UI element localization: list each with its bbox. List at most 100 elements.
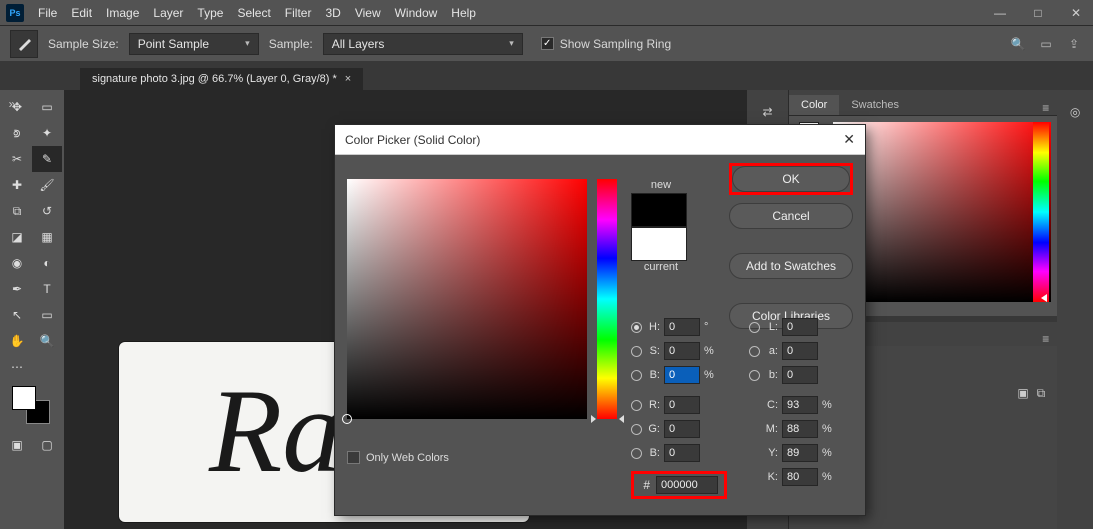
g-input[interactable] [664,420,700,438]
menu-3d[interactable]: 3D [325,6,340,20]
color-panel-tabs: Color Swatches ≡ [789,90,1057,116]
menu-layer[interactable]: Layer [153,6,183,20]
menu-select[interactable]: Select [237,6,270,20]
hex-row-highlight: # [631,471,727,499]
workspace-icon[interactable]: ▭ [1037,36,1055,52]
show-sampling-ring-checkbox[interactable]: ✓ [541,37,554,50]
close-window-button[interactable]: ✕ [1065,5,1087,21]
gradient-tool[interactable]: ▦ [32,224,62,250]
close-tab-icon[interactable]: × [345,73,351,85]
h-radio[interactable] [631,322,642,333]
sample-size-dropdown[interactable]: Point Sample ▾ [129,33,259,55]
stamp-tool[interactable]: ⧉ [2,198,32,224]
type-tool[interactable]: T [32,276,62,302]
hue-slider-thumb-right [619,415,624,423]
share-icon[interactable]: ⇪ [1065,36,1083,52]
menu-view[interactable]: View [355,6,381,20]
b-radio[interactable] [631,370,642,381]
r-input[interactable] [664,396,700,414]
g-radio[interactable] [631,424,642,435]
eyedropper-tool[interactable]: ✎ [32,146,62,172]
maximize-button[interactable]: □ [1027,5,1049,21]
blur-tool[interactable]: ◉ [2,250,32,276]
only-web-colors-row: Only Web Colors [347,451,449,464]
document-tab-title: signature photo 3.jpg @ 66.7% (Layer 0, … [92,73,337,85]
marquee-tool[interactable]: ▭ [32,94,62,120]
pen-tool[interactable]: ✒ [2,276,32,302]
zoom-tool[interactable]: 🔍 [32,328,62,354]
b-input[interactable] [664,366,700,384]
a-input[interactable] [782,342,818,360]
link-icon[interactable]: ⧉ [1037,386,1046,401]
menu-filter[interactable]: Filter [285,6,312,20]
new-label: new [631,179,691,191]
percent-unit: % [822,399,836,411]
menu-type[interactable]: Type [197,6,223,20]
h-input[interactable] [664,318,700,336]
more-tools[interactable]: ⋯ [2,354,32,380]
search-icon[interactable]: 🔍 [1009,36,1027,52]
cc-libraries-icon[interactable]: ◎ [1061,98,1089,126]
quick-select-tool[interactable]: ✦ [32,120,62,146]
screen-mode-toggle[interactable]: ▢ [32,432,62,458]
s-input[interactable] [664,342,700,360]
active-tool-icon[interactable] [10,30,38,58]
dialog-titlebar[interactable]: Color Picker (Solid Color) ✕ [335,125,865,155]
cancel-button[interactable]: Cancel [729,203,853,229]
saturation-value-field[interactable] [347,179,587,419]
menu-window[interactable]: Window [395,6,438,20]
r-radio[interactable] [631,400,642,411]
color-gradient-field[interactable] [833,122,1051,302]
dodge-tool[interactable]: ◐ [32,250,62,276]
lasso-tool[interactable]: ⟄ [2,120,32,146]
a-radio[interactable] [749,346,760,357]
Y-input[interactable] [782,444,818,462]
hand-tool[interactable]: ✋ [2,328,32,354]
lab-b-input[interactable] [782,366,818,384]
add-to-swatches-button[interactable]: Add to Swatches [729,253,853,279]
bb-radio[interactable] [631,448,642,459]
foreground-background-swatches[interactable] [12,386,52,426]
filter-icon[interactable]: ▣ [1017,386,1028,401]
menu-image[interactable]: Image [106,6,139,20]
current-color-swatch[interactable] [631,227,687,261]
percent-unit: % [822,447,836,459]
crop-tool[interactable]: ✂ [2,146,32,172]
history-brush-tool[interactable]: ↺ [32,198,62,224]
eraser-tool[interactable]: ◪ [2,224,32,250]
brush-tool[interactable]: 🖌 [32,172,62,198]
swatches-tab[interactable]: Swatches [839,95,911,115]
hex-input[interactable] [656,476,718,494]
panel-menu-icon[interactable]: ≡ [1034,101,1057,115]
a-label: a: [764,345,778,357]
document-tab[interactable]: signature photo 3.jpg @ 66.7% (Layer 0, … [80,68,363,90]
hue-slider-thumb-left [591,415,596,423]
shape-tool[interactable]: ▭ [32,302,62,328]
menu-file[interactable]: File [38,6,57,20]
path-select-tool[interactable]: ↖ [2,302,32,328]
menu-edit[interactable]: Edit [71,6,92,20]
foreground-color-swatch[interactable] [12,386,36,410]
lab-b-radio[interactable] [749,370,760,381]
quick-mask-toggle[interactable]: ▣ [2,432,32,458]
sample-dropdown[interactable]: All Layers ▾ [323,33,523,55]
C-input[interactable] [782,396,818,414]
L-radio[interactable] [749,322,760,333]
minimize-button[interactable]: — [989,5,1011,21]
collapse-icon[interactable]: » [0,94,24,114]
bb-input[interactable] [664,444,700,462]
s-radio[interactable] [631,346,642,357]
color-hue-strip[interactable] [1033,122,1049,302]
healing-tool[interactable]: ✚ [2,172,32,198]
hue-slider[interactable] [597,179,617,419]
menu-help[interactable]: Help [451,6,476,20]
only-web-colors-checkbox[interactable] [347,451,360,464]
L-input[interactable] [782,318,818,336]
panel-menu-icon[interactable]: ≡ [1034,332,1057,346]
color-tab[interactable]: Color [789,95,839,115]
ok-button[interactable]: OK [732,166,850,192]
expand-panels-icon[interactable]: ⇄ [754,98,782,126]
close-dialog-icon[interactable]: ✕ [843,131,855,148]
M-input[interactable] [782,420,818,438]
K-input[interactable] [782,468,818,486]
